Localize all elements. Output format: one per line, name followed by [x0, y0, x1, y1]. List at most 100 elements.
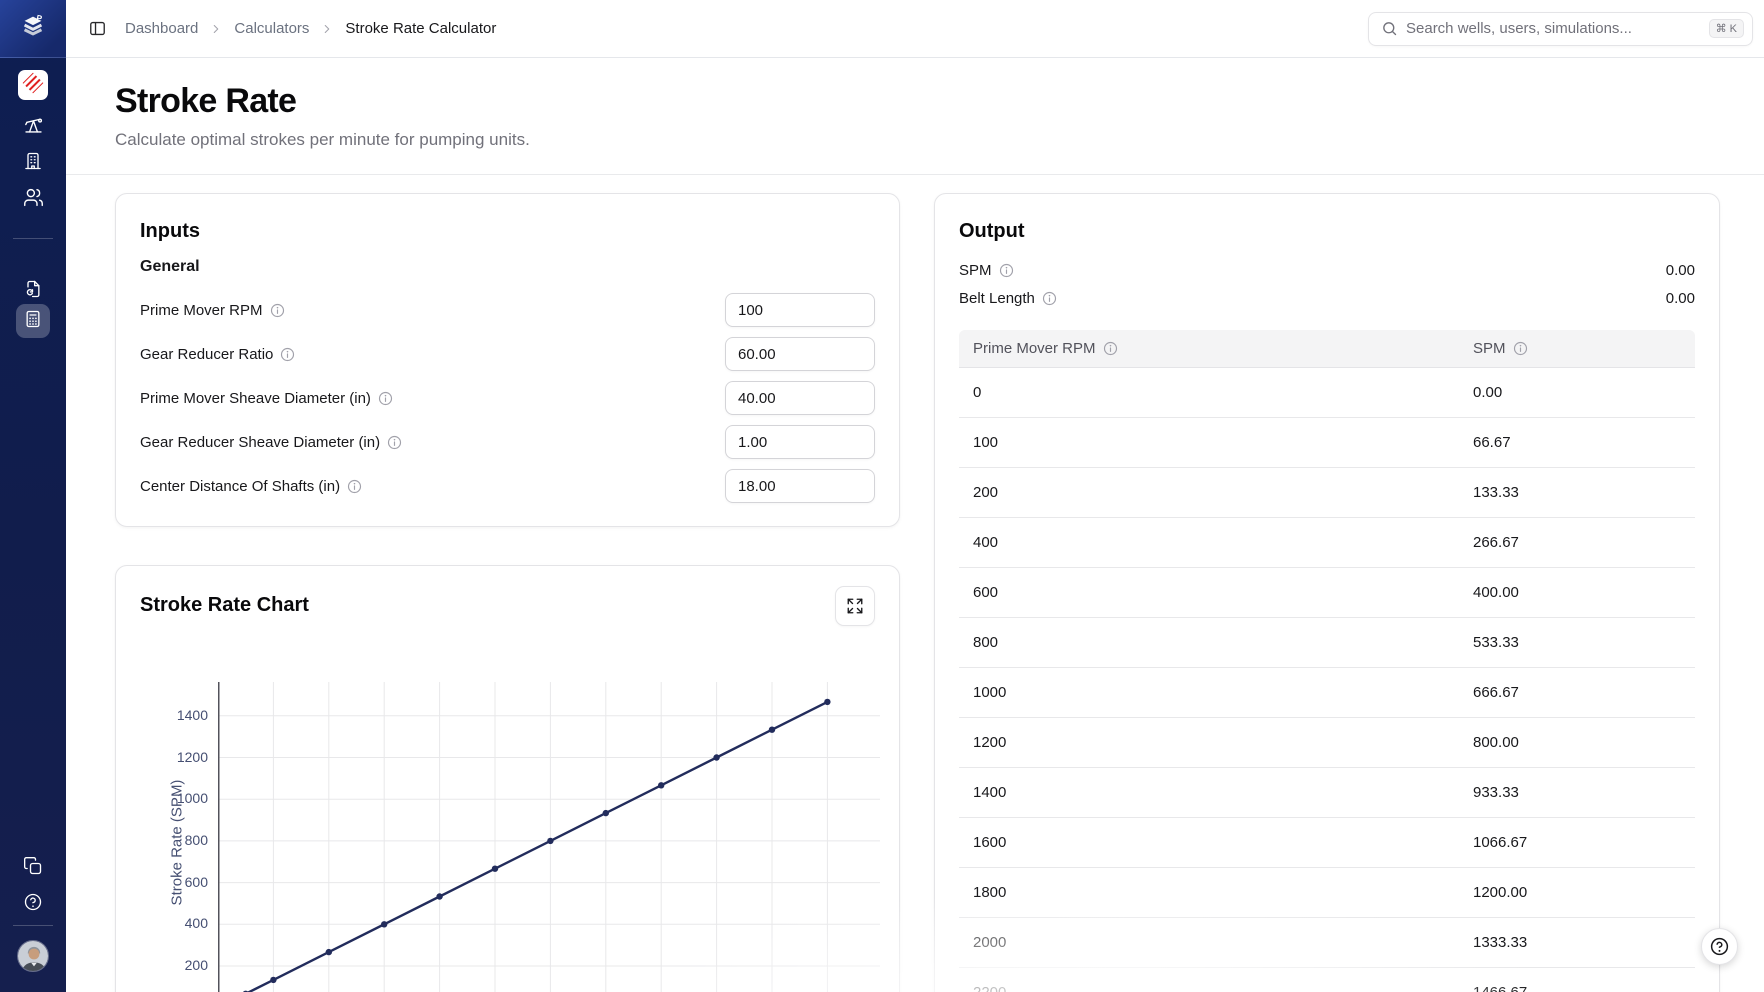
y-tick-label: 800 — [158, 832, 208, 848]
chart-plot-area — [218, 682, 880, 992]
rpm-cell: 200 — [959, 484, 998, 501]
inputs-card: Inputs General Prime Mover RPMGear Reduc… — [115, 193, 900, 527]
y-tick-label: 1000 — [158, 790, 208, 806]
info-icon[interactable] — [347, 479, 362, 494]
documents-icon — [23, 856, 43, 881]
breadcrumb: Dashboard Calculators Stroke Rate Calculat… — [125, 20, 496, 37]
info-icon[interactable] — [387, 435, 402, 450]
breadcrumb-item-stroke-rate-calculator: Stroke Rate Calculator — [345, 20, 496, 37]
spm-cell: 266.67 — [1473, 534, 1519, 551]
y-tick-label: 1200 — [158, 749, 208, 765]
data-point — [769, 727, 775, 733]
prime-mover-rpm-input[interactable] — [725, 293, 875, 327]
gear-reducer-sheave-diameter-in-input[interactable] — [725, 425, 875, 459]
spm-cell: 400.00 — [1473, 584, 1519, 601]
data-point — [270, 977, 276, 983]
sidebar-item-company-logo[interactable] — [18, 70, 48, 100]
gear-reducer-ratio-input[interactable] — [725, 337, 875, 371]
rpm-cell: 1600 — [959, 834, 1006, 851]
panel-left-icon — [88, 19, 107, 38]
spm-cell: 800.00 — [1473, 734, 1519, 751]
center-distance-of-shafts-in-input[interactable] — [725, 469, 875, 503]
expand-icon — [846, 597, 864, 615]
data-point — [547, 838, 553, 844]
summary-row-belt-length: Belt Length0.00 — [959, 284, 1695, 312]
data-point — [436, 893, 442, 899]
column-header: Prime Mover RPM — [973, 340, 1096, 357]
breadcrumb-item-calculators[interactable]: Calculators — [234, 20, 309, 37]
sidebar-toggle-button[interactable] — [83, 15, 111, 43]
rpm-cell: 100 — [959, 434, 998, 451]
search-input[interactable] — [1406, 20, 1701, 37]
page-subtitle: Calculate optimal strokes per minute for… — [115, 130, 530, 150]
field-label: Prime Mover RPM — [140, 302, 263, 319]
rpm-cell: 1000 — [959, 684, 1006, 701]
chevron-right-icon — [209, 22, 223, 36]
spm-cell: 1466.67 — [1473, 984, 1527, 992]
rpm-cell: 1400 — [959, 784, 1006, 801]
field-label: Gear Reducer Sheave Diameter (in) — [140, 434, 380, 451]
table-row: 1400 933.33 — [959, 768, 1695, 818]
info-icon[interactable] — [999, 263, 1014, 278]
rpm-cell: 600 — [959, 584, 998, 601]
table-row: 18001200.00 — [959, 868, 1695, 918]
company-logo-icon — [20, 70, 46, 101]
output-card-title: Output — [959, 220, 1025, 243]
sidebar-divider-bottom — [13, 925, 53, 926]
inputs-card-title: Inputs — [140, 220, 200, 243]
chart-card: Stroke Rate Chart Stroke Rate (SPM) 2004… — [115, 565, 900, 992]
simulations-icon — [23, 279, 43, 304]
field-label: Center Distance Of Shafts (in) — [140, 478, 340, 495]
global-search: ⌘ K — [1368, 12, 1753, 46]
app-logo-block[interactable]: P — [0, 0, 66, 58]
y-tick-label: 400 — [158, 915, 208, 931]
sidebar: P — [0, 0, 66, 992]
page-divider — [66, 174, 1764, 175]
sidebar-item-calculators[interactable] — [16, 304, 50, 338]
search-shortcut-badge: ⌘ K — [1709, 19, 1744, 38]
spm-cell: 133.33 — [1473, 484, 1519, 501]
input-row-center-distance-of-shafts-in: Center Distance Of Shafts (in) — [140, 469, 875, 503]
sidebar-divider — [13, 238, 53, 239]
rpm-cell: 400 — [959, 534, 998, 551]
data-point — [603, 810, 609, 816]
info-icon[interactable] — [1103, 341, 1118, 356]
sidebar-item-help[interactable] — [0, 892, 66, 917]
app-logo-icon: P — [18, 11, 48, 46]
table-row: 16001066.67 — [959, 818, 1695, 868]
rpm-cell: 2200 — [959, 984, 1006, 992]
user-avatar[interactable] — [17, 940, 49, 972]
chart-expand-button[interactable] — [835, 586, 875, 626]
spm-cell: 1333.33 — [1473, 934, 1527, 951]
summary-label: Belt Length — [959, 290, 1035, 307]
page-title: Stroke Rate — [115, 82, 296, 121]
input-row-gear-reducer-ratio: Gear Reducer Ratio — [140, 337, 875, 371]
avatar-image — [18, 941, 49, 972]
spm-cell: 933.33 — [1473, 784, 1519, 801]
help-floating-button[interactable] — [1701, 928, 1738, 965]
sidebar-item-simulations[interactable] — [0, 279, 66, 304]
sidebar-item-users[interactable] — [0, 187, 66, 213]
table-row: 00.00 — [959, 368, 1695, 418]
sidebar-item-wells[interactable] — [0, 114, 66, 140]
breadcrumb-item-dashboard[interactable]: Dashboard — [125, 20, 198, 37]
table-row: 2200 1466.67 — [959, 968, 1695, 992]
data-point — [658, 782, 664, 788]
info-icon[interactable] — [378, 391, 393, 406]
info-icon[interactable] — [1042, 291, 1057, 306]
y-tick-label: 200 — [158, 957, 208, 973]
sidebar-item-documents[interactable] — [0, 856, 66, 881]
rpm-cell: 0 — [959, 384, 981, 401]
rpm-spm-table: Prime Mover RPMSPM00.0010066.67200133.33… — [959, 330, 1695, 992]
info-icon[interactable] — [1513, 341, 1528, 356]
input-row-prime-mover-sheave-diameter-in: Prime Mover Sheave Diameter (in) — [140, 381, 875, 415]
data-point — [824, 699, 830, 705]
table-row: 400 266.67 — [959, 518, 1695, 568]
prime-mover-sheave-diameter-in-input[interactable] — [725, 381, 875, 415]
y-tick-label: 600 — [158, 874, 208, 890]
info-icon[interactable] — [280, 347, 295, 362]
sidebar-item-facilities[interactable] — [0, 151, 66, 176]
info-icon[interactable] — [270, 303, 285, 318]
rpm-cell: 800 — [959, 634, 998, 651]
input-row-gear-reducer-sheave-diameter-in: Gear Reducer Sheave Diameter (in) — [140, 425, 875, 459]
